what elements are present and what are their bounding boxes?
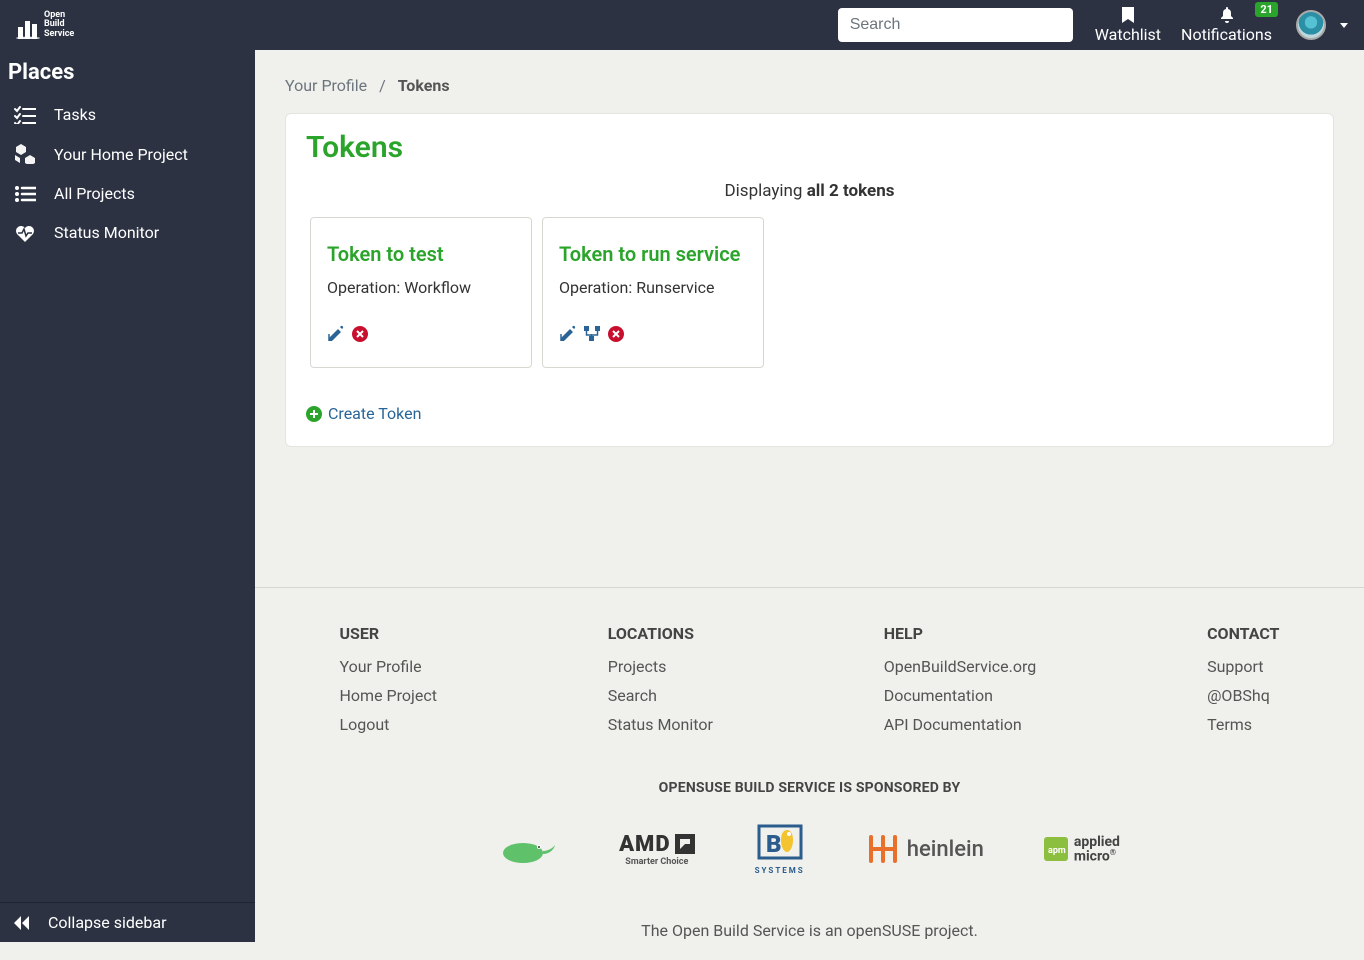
footer-heading: CONTACT [1207,624,1279,643]
breadcrumb-current: Tokens [398,76,450,95]
token-operation: Operation: Runservice [559,278,747,297]
breadcrumb: Your Profile / Tokens [285,68,1334,113]
sidebar-item-all-projects[interactable]: All Projects [0,174,255,213]
tokens-card: Tokens Displaying all 2 tokens Token to … [285,113,1334,447]
footer-link[interactable]: OpenBuildService.org [884,657,1037,676]
footer-col-help: HELP OpenBuildService.org Documentation … [884,624,1037,744]
footer-link[interactable]: @OBShq [1207,686,1279,705]
search-box [838,8,1073,42]
sidebar-title: Places [0,50,255,95]
sidebar: Places Tasks Your Home Project All Proje… [0,50,255,942]
sidebar-item-label: Status Monitor [54,223,159,242]
chevron-down-icon [1340,23,1348,28]
heartbeat-icon [14,224,36,242]
sponsors-row: AMD Smarter Choice B SYSTEMS [340,824,1280,875]
topbar: Open Build Service Watchlist 21 Notifica… [0,0,1364,50]
create-token-link[interactable]: Create Token [306,404,421,423]
footer-link[interactable]: Documentation [884,686,1037,705]
avatar [1296,10,1326,40]
sidebar-item-label: Tasks [54,105,96,124]
chevron-double-left-icon [12,916,30,930]
search-input[interactable] [838,8,1073,42]
footer-heading: USER [340,624,437,643]
bookmark-icon [1122,7,1134,23]
svg-text:apm: apm [1048,846,1066,856]
footer-link[interactable]: Status Monitor [608,715,713,734]
token-operation: Operation: Workflow [327,278,515,297]
trigger-icon[interactable] [583,325,601,343]
sponsor-heading: OPENSUSE BUILD SERVICE IS SPONSORED BY [340,780,1280,796]
delete-icon[interactable] [351,325,369,343]
list-icon [14,185,36,203]
sponsor-appliedmicro-icon[interactable]: apm applied micro® [1044,835,1120,864]
project-line: The Open Build Service is an openSUSE pr… [340,921,1280,940]
footer-link[interactable]: Projects [608,657,713,676]
footer-col-user: USER Your Profile Home Project Logout [340,624,437,744]
watchlist-nav[interactable]: Watchlist [1085,0,1171,50]
footer-link[interactable]: Support [1207,657,1279,676]
watchlist-label: Watchlist [1095,25,1161,44]
token-card: Token to run service Operation: Runservi… [542,217,764,368]
sponsor-amd-icon[interactable]: AMD Smarter Choice [619,832,695,867]
delete-icon[interactable] [607,325,625,343]
logo-text: Open Build Service [44,11,74,39]
footer-link[interactable]: Home Project [340,686,437,705]
tasks-icon [14,106,36,124]
footer-col-locations: LOCATIONS Projects Search Status Monitor [608,624,713,744]
footer-heading: LOCATIONS [608,624,713,643]
obs-logo-icon [16,17,40,39]
edit-icon[interactable] [559,325,577,343]
bell-icon [1220,7,1234,23]
footer-heading: HELP [884,624,1037,643]
notifications-nav[interactable]: 21 Notifications [1171,0,1282,50]
sidebar-item-label: All Projects [54,184,135,203]
collapse-label: Collapse sidebar [48,913,166,932]
sidebar-item-home-project[interactable]: Your Home Project [0,134,255,174]
sidebar-item-status-monitor[interactable]: Status Monitor [0,213,255,252]
svg-text:B: B [766,830,782,858]
create-token-label: Create Token [328,404,421,423]
notifications-label: Notifications [1181,25,1272,44]
displaying-line: Displaying all 2 tokens [306,171,1313,217]
tokens-list: Token to test Operation: Workflow [306,217,1313,368]
page-title: Tokens [306,130,1313,171]
footer: USER Your Profile Home Project Logout LO… [255,587,1364,960]
footer-link[interactable]: Logout [340,715,437,734]
breadcrumb-parent[interactable]: Your Profile [285,76,367,95]
sponsor-b1-icon[interactable]: B SYSTEMS [755,824,805,875]
collapse-sidebar[interactable]: Collapse sidebar [0,902,255,942]
token-card: Token to test Operation: Workflow [310,217,532,368]
user-menu[interactable] [1282,10,1348,40]
main: Your Profile / Tokens Tokens Displaying … [255,50,1364,942]
footer-link[interactable]: API Documentation [884,715,1037,734]
footer-link[interactable]: Search [608,686,713,705]
plus-circle-icon [306,406,322,422]
footer-link[interactable]: Terms [1207,715,1279,734]
footer-col-contact: CONTACT Support @OBShq Terms [1207,624,1279,744]
sponsor-heinlein-icon[interactable]: heinlein [865,831,984,867]
notifications-badge: 21 [1255,2,1278,17]
footer-link[interactable]: Your Profile [340,657,437,676]
sidebar-item-tasks[interactable]: Tasks [0,95,255,134]
logo[interactable]: Open Build Service [16,11,74,39]
token-title[interactable]: Token to run service [559,242,747,266]
sidebar-item-label: Your Home Project [54,145,188,164]
token-title[interactable]: Token to test [327,242,515,266]
boxes-icon [14,144,36,164]
sponsor-suse-icon[interactable] [499,833,559,865]
edit-icon[interactable] [327,325,345,343]
